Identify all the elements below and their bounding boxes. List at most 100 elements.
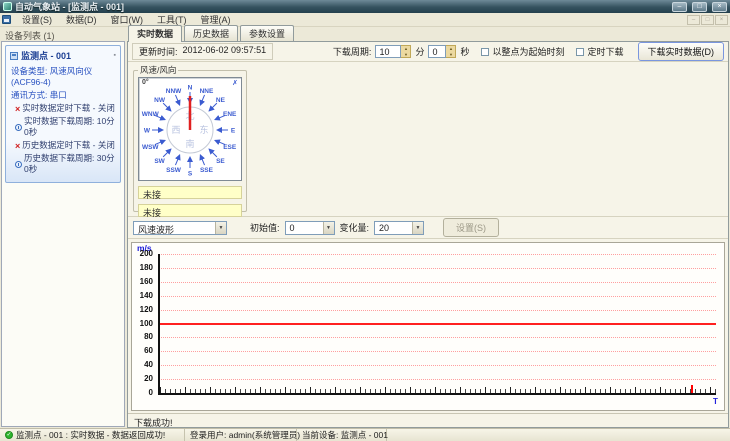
mdi-close-button[interactable]: × [715, 14, 728, 25]
download-toolbar: 更新时间: 2012-06-02 09:57:51 下载周期: 10 ▲ ▼ 分 … [128, 42, 728, 62]
set-button[interactable]: 设置(S) [443, 218, 500, 237]
x-axis-label: T [713, 397, 718, 406]
tab-realtime-data[interactable]: 实时数据 [128, 25, 183, 42]
seconds-spin-buttons[interactable]: ▲ ▼ [446, 45, 457, 58]
initial-value-select[interactable]: 0 ▼ [284, 220, 335, 235]
x-icon: × [15, 103, 21, 114]
svg-text:S: S [188, 171, 193, 178]
minutes-spin-buttons[interactable]: ▲ ▼ [401, 45, 412, 58]
svg-text:WNW: WNW [142, 111, 160, 118]
y-tick-label: 0 [148, 388, 153, 397]
gridline [158, 295, 716, 297]
y-tick-label: 60 [144, 346, 153, 356]
status-user-cell: 登录用户: admin(系统管理员) [185, 429, 300, 441]
realtime-tab-page: 更新时间: 2012-06-02 09:57:51 下载周期: 10 ▲ ▼ 分 … [127, 41, 729, 428]
device-name: 监测点 - 001 [21, 51, 72, 61]
chart-plot: m/s T 200 180 160 140 120 100 80 60 40 20 0 [132, 243, 724, 410]
status-device-cell: 当前设备: 监测点 - 001 [297, 429, 388, 441]
realtime-download-period: 实时数据下载周期: 10分 0秒 [8, 115, 118, 139]
spin-down-icon: ▼ [448, 51, 453, 57]
mdi-system-icon[interactable] [2, 15, 11, 24]
wind-speed-value: 未接 [138, 186, 242, 200]
status-empty-cell [387, 429, 730, 441]
update-time-display: 更新时间: 2012-06-02 09:57:51 [132, 43, 274, 60]
mdi-restore-button[interactable]: □ [701, 14, 714, 25]
chevron-down-icon[interactable]: ▼ [215, 221, 226, 234]
svg-text:W: W [144, 128, 151, 135]
y-tick-label: 40 [144, 360, 153, 370]
gridline [158, 281, 716, 283]
y-tick-label: 120 [139, 304, 153, 314]
checkbox-icon[interactable] [481, 47, 490, 56]
minutes-spinner[interactable]: 10 ▲ ▼ [375, 45, 412, 58]
device-card-title[interactable]: 监测点 - 001 ▪ [8, 48, 118, 65]
workspace: 设备列表 (1) 监测点 - 001 ▪ 设备类型: 风速风向仪 (ACF96-… [0, 25, 730, 428]
svg-text:E: E [231, 128, 236, 135]
device-sidebar: 设备列表 (1) 监测点 - 001 ▪ 设备类型: 风速风向仪 (ACF96-… [0, 27, 127, 428]
gridline [158, 267, 716, 269]
gridline [158, 254, 716, 255]
svg-text:SE: SE [216, 158, 225, 165]
download-status-message: 下载成功! [128, 413, 728, 428]
history-download-period: 历史数据下载周期: 30分 0秒 [8, 152, 118, 176]
menu-settings[interactable]: 设置(S) [15, 12, 59, 27]
collapse-icon[interactable]: ▪ [114, 52, 116, 59]
chevron-down-icon[interactable]: ▼ [322, 221, 334, 234]
y-tick-label: 200 [139, 249, 153, 258]
wind-direction-value: 未接 [138, 204, 242, 218]
success-check-icon: ✓ [5, 431, 13, 439]
x-icon: × [15, 140, 21, 151]
close-button[interactable]: × [712, 1, 727, 12]
svg-text:SSE: SSE [200, 167, 214, 174]
minutes-input[interactable]: 10 [375, 45, 402, 58]
device-list-panel: 监测点 - 001 ▪ 设备类型: 风速风向仪 (ACF96-4) 通讯方式: … [1, 41, 125, 427]
svg-text:SW: SW [154, 158, 165, 165]
svg-text:SSW: SSW [166, 167, 182, 174]
device-icon [10, 51, 18, 60]
gridline [158, 365, 716, 367]
delta-value-select[interactable]: 20 ▼ [374, 220, 425, 235]
waveform-chart: m/s T 200 180 160 140 120 100 80 60 40 20 0 [131, 242, 725, 411]
wind-section: 风速/风向 0° ✗ 北东南西NNNENEENEEESESESSESSSWSWW… [128, 62, 728, 218]
tab-history-data[interactable]: 历史数据 [184, 25, 239, 41]
app-icon [3, 2, 12, 11]
device-card[interactable]: 监测点 - 001 ▪ 设备类型: 风速风向仪 (ACF96-4) 通讯方式: … [5, 45, 121, 184]
waveform-controls: 风速波形 ▼ 初始值: 0 ▼ 变化量: 20 ▼ 设置(S) [128, 217, 728, 239]
minimize-button[interactable]: – [672, 1, 687, 12]
download-realtime-button[interactable]: 下载实时数据(D) [637, 42, 724, 61]
timed-download-checkbox[interactable]: 定时下载 [576, 45, 624, 58]
y-tick-label: 80 [144, 332, 153, 342]
svg-text:南: 南 [185, 138, 194, 149]
mdi-minimize-button[interactable]: – [687, 14, 700, 25]
seconds-spinner[interactable]: 0 ▲ ▼ [428, 45, 457, 58]
spin-down-icon: ▼ [403, 51, 408, 57]
menu-bar: 设置(S) 数据(D) 窗口(W) 工具(T) 管理(A) – □ × [0, 13, 730, 27]
align-start-checkbox[interactable]: 以整点为起始时刻 [481, 45, 564, 58]
period-label: 下载周期: [332, 47, 372, 57]
gridline [158, 351, 716, 353]
wind-groupbox: 风速/风向 0° ✗ 北东南西NNNENEENEEESESESSESSSWSWW… [133, 64, 247, 218]
y-tick-label: 160 [139, 276, 153, 286]
device-list-header: 设备列表 (1) [5, 31, 55, 41]
maximize-button[interactable]: □ [692, 1, 707, 12]
y-tick-label: 100 [139, 318, 153, 328]
minutes-unit-label: 分 [415, 47, 425, 57]
status-bar: ✓ 监测点 - 001 : 实时数据 - 数据返回成功! 登录用户: admin… [0, 428, 730, 441]
disconnected-mark-icon: ✗ [232, 80, 238, 87]
svg-text:NE: NE [216, 97, 226, 104]
chevron-down-icon[interactable]: ▼ [412, 221, 424, 234]
x-major-ticks [160, 387, 716, 393]
device-type-line: 设备类型: 风速风向仪 (ACF96-4) [11, 66, 93, 88]
svg-text:NNW: NNW [166, 88, 182, 95]
y-tick-label: 20 [144, 374, 153, 384]
checkbox-icon[interactable] [576, 47, 585, 56]
y-axis [158, 254, 160, 393]
waveform-type-select[interactable]: 风速波形 ▼ [133, 220, 227, 235]
clock-icon [15, 160, 22, 168]
gridline [158, 309, 716, 311]
svg-text:NW: NW [154, 97, 166, 104]
seconds-input[interactable]: 0 [428, 45, 447, 58]
tab-parameter-settings[interactable]: 参数设置 [240, 25, 295, 41]
main-content: 实时数据 历史数据 参数设置 更新时间: 2012-06-02 09:57:51… [127, 25, 730, 428]
menu-data[interactable]: 数据(D) [59, 12, 104, 27]
